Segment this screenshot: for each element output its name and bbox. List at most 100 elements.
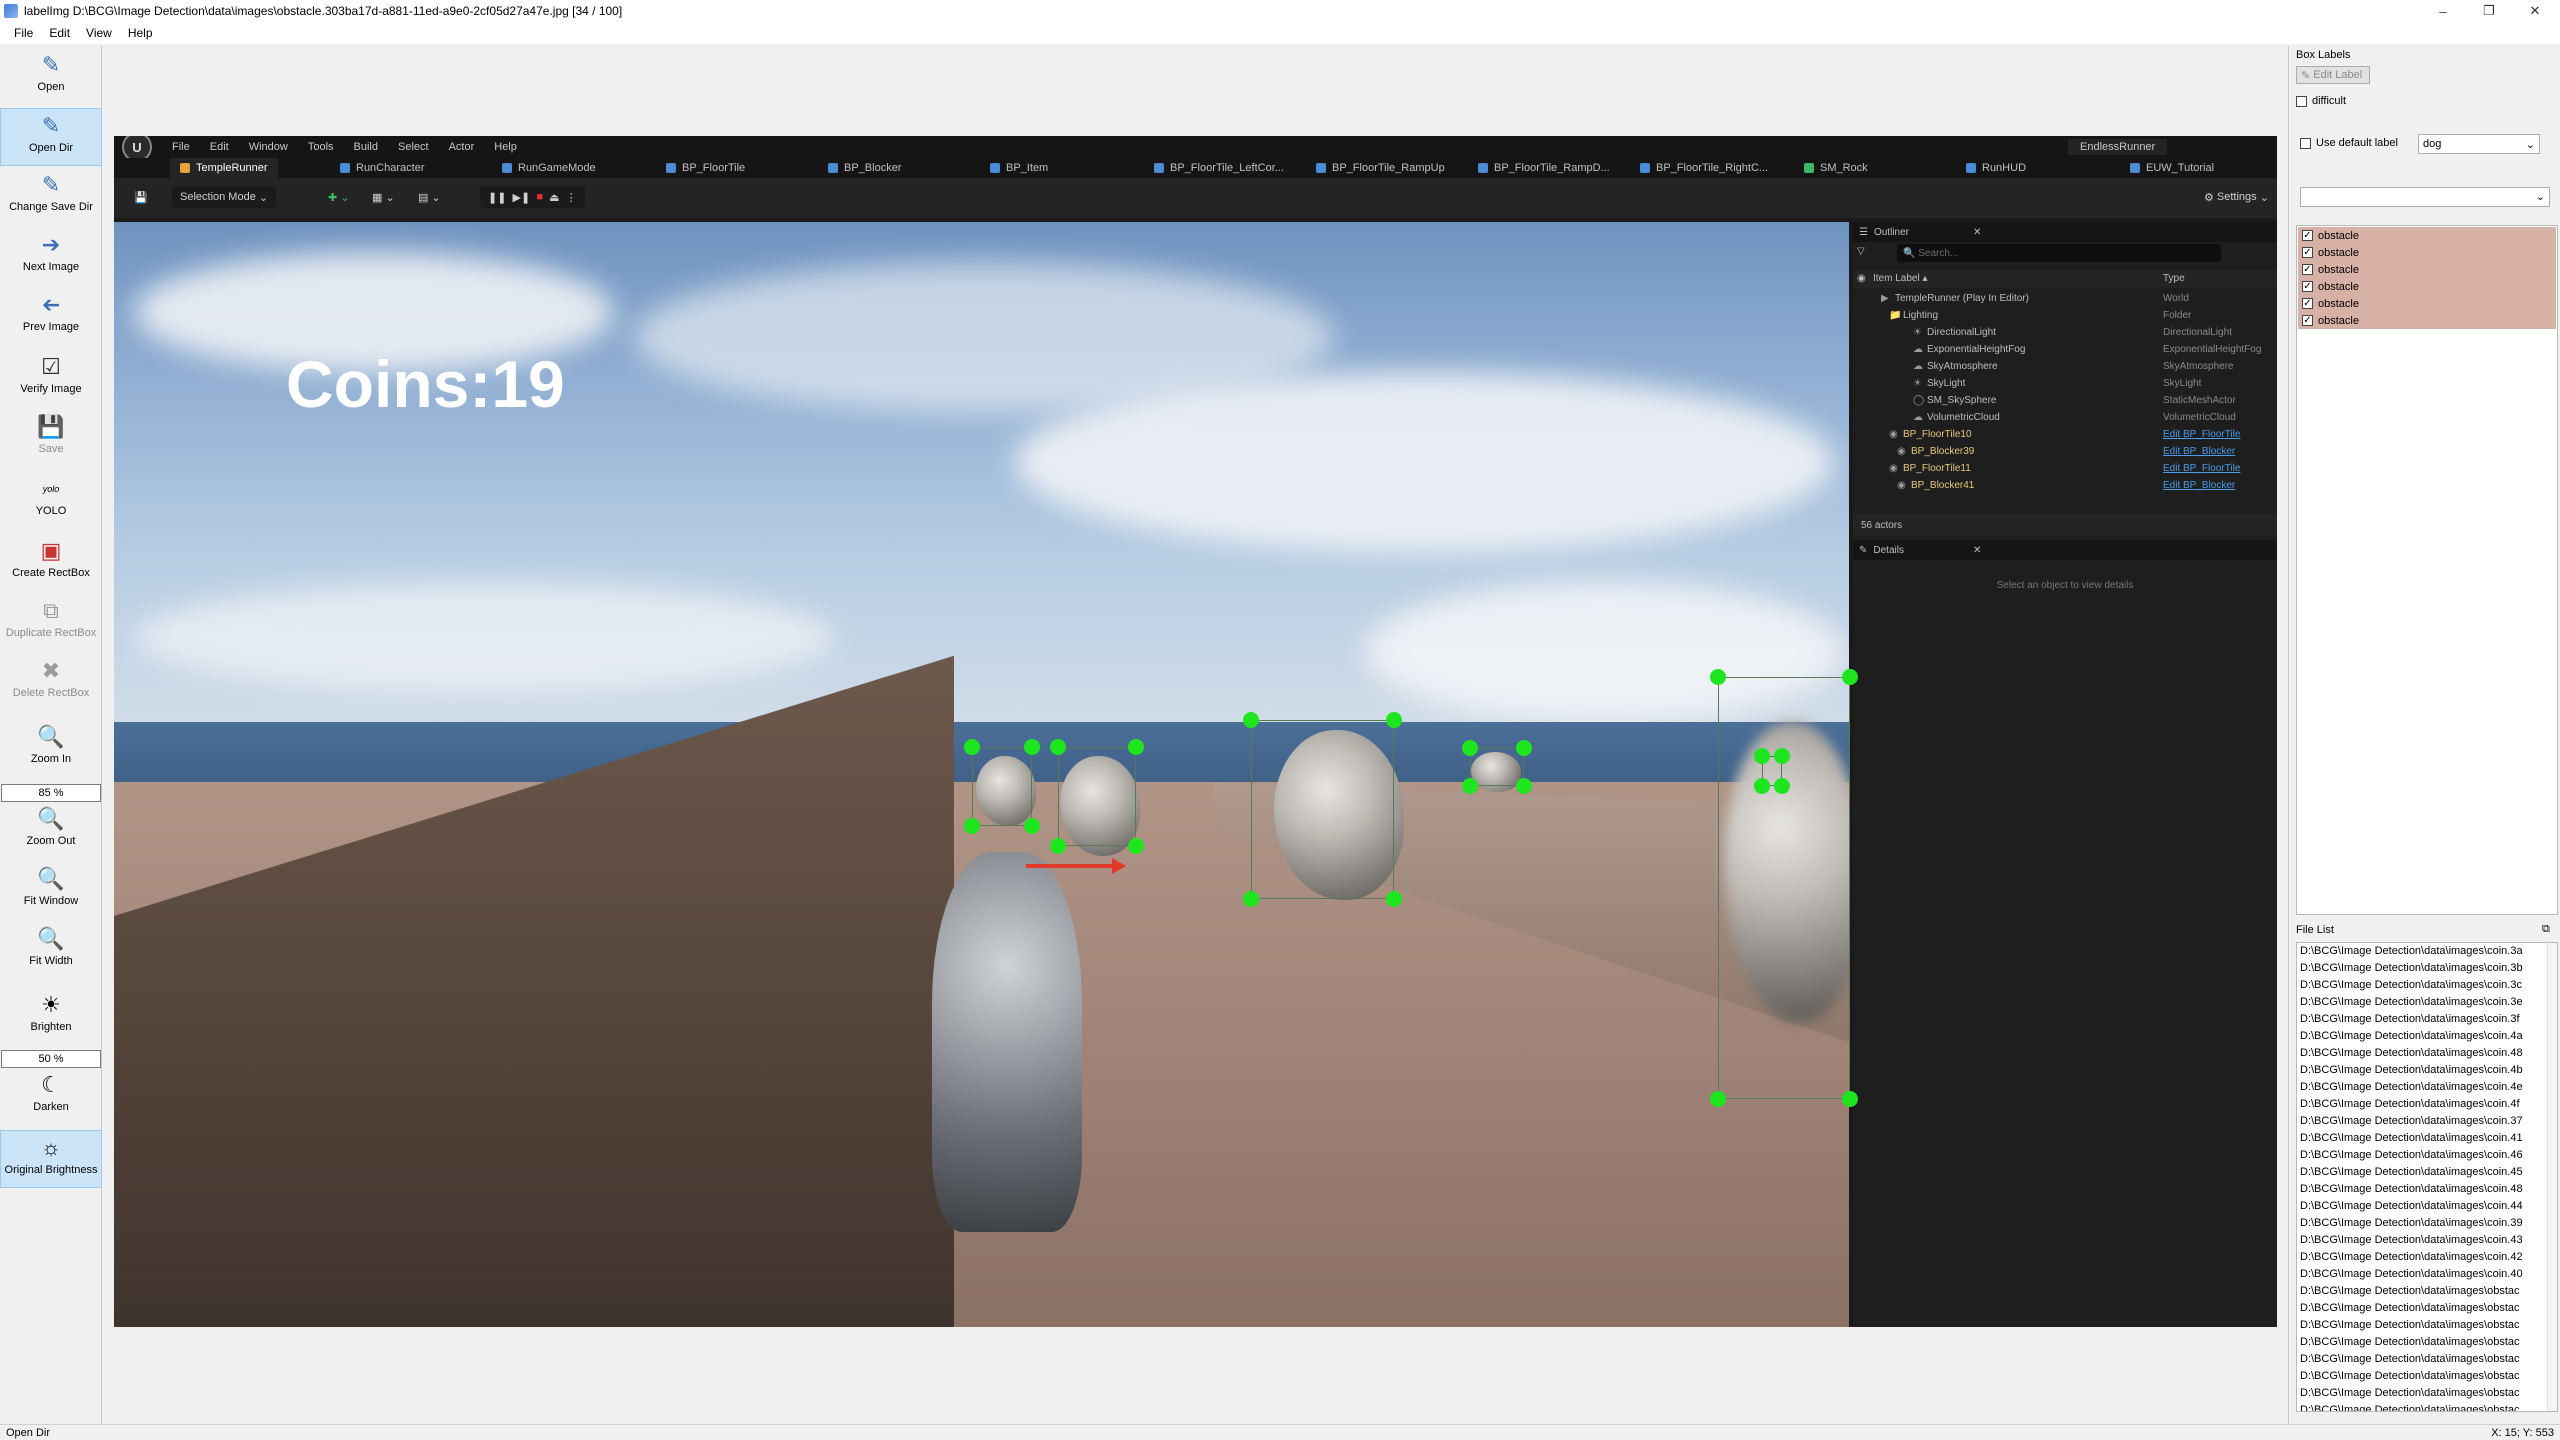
bbox-handle[interactable] xyxy=(1842,1091,1858,1107)
labelled-image[interactable]: U File Edit Window Tools Build Select Ac… xyxy=(114,136,2277,1327)
check-icon[interactable]: ✓ xyxy=(2302,315,2313,326)
file-list-item[interactable]: D:\BCG\Image Detection\data\images\coin.… xyxy=(2300,1200,2540,1217)
menu-file[interactable]: File xyxy=(6,26,41,40)
bbox-handle[interactable] xyxy=(1024,818,1040,834)
zoom-spinbox[interactable]: 85 % xyxy=(1,784,101,802)
file-list-item[interactable]: D:\BCG\Image Detection\data\images\coin.… xyxy=(2300,1251,2540,1268)
brighten-button[interactable]: ☀ Brighten xyxy=(0,992,102,1044)
original-brightness-button[interactable]: ☼ Original Brightness xyxy=(0,1130,102,1188)
file-list-item[interactable]: D:\BCG\Image Detection\data\images\obsta… xyxy=(2300,1336,2540,1353)
check-icon[interactable]: ✓ xyxy=(2302,264,2313,275)
bbox-handle[interactable] xyxy=(1462,778,1478,794)
bounding-box[interactable] xyxy=(1251,720,1394,899)
file-list-item[interactable]: D:\BCG\Image Detection\data\images\obsta… xyxy=(2300,1285,2540,1302)
file-list-item[interactable]: D:\BCG\Image Detection\data\images\coin.… xyxy=(2300,1268,2540,1285)
minimize-icon[interactable]: – xyxy=(2420,0,2466,22)
file-list-item[interactable]: D:\BCG\Image Detection\data\images\coin.… xyxy=(2300,1081,2540,1098)
bbox-handle[interactable] xyxy=(1462,740,1478,756)
label-list[interactable]: ✓ obstacle ✓ obstacle ✓ obstacle ✓ obstacle ✓ obs… xyxy=(2296,225,2558,915)
restore-icon[interactable]: ❐ xyxy=(2466,0,2512,22)
bbox-handle[interactable] xyxy=(1774,748,1790,764)
edit-label-button[interactable]: ✎ Edit Label xyxy=(2296,66,2370,84)
file-list-item[interactable]: D:\BCG\Image Detection\data\images\coin.… xyxy=(2300,1234,2540,1251)
save-button[interactable]: 💾 Save xyxy=(0,414,102,470)
menu-help[interactable]: Help xyxy=(120,26,161,40)
bbox-handle[interactable] xyxy=(964,739,980,755)
check-icon[interactable]: ✓ xyxy=(2302,298,2313,309)
bbox-handle[interactable] xyxy=(1516,740,1532,756)
file-list-item[interactable]: D:\BCG\Image Detection\data\images\coin.… xyxy=(2300,1132,2540,1149)
bbox-handle[interactable] xyxy=(1050,739,1066,755)
file-list-item[interactable]: D:\BCG\Image Detection\data\images\coin.… xyxy=(2300,1030,2540,1047)
file-list-item[interactable]: D:\BCG\Image Detection\data\images\coin.… xyxy=(2300,1115,2540,1132)
use-default-label-checkbox[interactable]: Use default label xyxy=(2300,137,2398,149)
bbox-handle[interactable] xyxy=(1243,712,1259,728)
fit-window-button[interactable]: 🔍 Fit Window xyxy=(0,866,102,922)
bbox-handle[interactable] xyxy=(964,818,980,834)
float-icon[interactable]: ⧉ xyxy=(2542,923,2550,936)
file-list-scrollbar[interactable] xyxy=(2547,943,2557,1411)
file-list-item[interactable]: D:\BCG\Image Detection\data\images\coin.… xyxy=(2300,1013,2540,1030)
bbox-handle[interactable] xyxy=(1386,891,1402,907)
file-list-item[interactable]: D:\BCG\Image Detection\data\images\coin.… xyxy=(2300,1098,2540,1115)
fit-width-button[interactable]: 🔍 Fit Width xyxy=(0,926,102,982)
file-list-item[interactable]: D:\BCG\Image Detection\data\images\obsta… xyxy=(2300,1387,2540,1404)
yolo-button[interactable]: yolo YOLO xyxy=(0,476,102,526)
file-list-item[interactable]: D:\BCG\Image Detection\data\images\obsta… xyxy=(2300,1404,2540,1411)
label-item[interactable]: ✓ obstacle xyxy=(2298,312,2556,329)
bbox-handle[interactable] xyxy=(1842,669,1858,685)
bounding-box[interactable] xyxy=(972,747,1032,826)
prev-image-button[interactable]: ➔ Prev Image xyxy=(0,292,102,348)
menu-edit[interactable]: Edit xyxy=(41,26,78,40)
bbox-handle[interactable] xyxy=(1128,739,1144,755)
bounding-box[interactable] xyxy=(1718,677,1850,1099)
file-list-item[interactable]: D:\BCG\Image Detection\data\images\obsta… xyxy=(2300,1319,2540,1336)
open-dir-button[interactable]: ✎ Open Dir xyxy=(0,108,102,166)
file-list-item[interactable]: D:\BCG\Image Detection\data\images\coin.… xyxy=(2300,1064,2540,1081)
close-icon[interactable]: ✕ xyxy=(2512,0,2558,22)
file-list-item[interactable]: D:\BCG\Image Detection\data\images\coin.… xyxy=(2300,1183,2540,1200)
default-label-input[interactable]: dog ⌄ xyxy=(2418,134,2540,154)
bbox-handle[interactable] xyxy=(1516,778,1532,794)
check-icon[interactable]: ✓ xyxy=(2302,281,2313,292)
file-list-item[interactable]: D:\BCG\Image Detection\data\images\coin.… xyxy=(2300,1217,2540,1234)
bounding-box[interactable] xyxy=(1058,747,1136,846)
bbox-handle[interactable] xyxy=(1128,838,1144,854)
open-button[interactable]: ✎ Open xyxy=(0,52,102,108)
bbox-handle[interactable] xyxy=(1386,712,1402,728)
file-list-item[interactable]: D:\BCG\Image Detection\data\images\coin.… xyxy=(2300,1166,2540,1183)
menu-view[interactable]: View xyxy=(78,26,120,40)
file-list-item[interactable]: D:\BCG\Image Detection\data\images\coin.… xyxy=(2300,996,2540,1013)
file-list[interactable]: D:\BCG\Image Detection\data\images\coin.… xyxy=(2296,942,2558,1412)
bbox-handle[interactable] xyxy=(1754,778,1770,794)
label-item[interactable]: ✓ obstacle xyxy=(2298,295,2556,312)
file-list-item[interactable]: D:\BCG\Image Detection\data\images\coin.… xyxy=(2300,979,2540,996)
next-image-button[interactable]: ➔ Next Image xyxy=(0,232,102,288)
file-list-item[interactable]: D:\BCG\Image Detection\data\images\coin.… xyxy=(2300,945,2540,962)
label-item[interactable]: ✓ obstacle xyxy=(2298,278,2556,295)
bounding-box[interactable] xyxy=(1470,748,1524,786)
zoom-in-button[interactable]: 🔍 Zoom In xyxy=(0,724,102,780)
change-save-dir-button[interactable]: ✎ Change Save Dir xyxy=(0,172,102,228)
file-list-item[interactable]: D:\BCG\Image Detection\data\images\coin.… xyxy=(2300,1047,2540,1064)
file-list-item[interactable]: D:\BCG\Image Detection\data\images\obsta… xyxy=(2300,1370,2540,1387)
label-item[interactable]: ✓ obstacle xyxy=(2298,227,2556,244)
bbox-handle[interactable] xyxy=(1710,669,1726,685)
file-list-item[interactable]: D:\BCG\Image Detection\data\images\obsta… xyxy=(2300,1353,2540,1370)
darken-button[interactable]: ☾ Darken xyxy=(0,1072,102,1124)
label-item[interactable]: ✓ obstacle xyxy=(2298,261,2556,278)
file-list-item[interactable]: D:\BCG\Image Detection\data\images\coin.… xyxy=(2300,1149,2540,1166)
delete-rectbox-button[interactable]: ✖ Delete RectBox xyxy=(0,658,102,714)
bbox-handle[interactable] xyxy=(1754,748,1770,764)
file-list-item[interactable]: D:\BCG\Image Detection\data\images\obsta… xyxy=(2300,1302,2540,1319)
bbox-handle[interactable] xyxy=(1050,838,1066,854)
bbox-handle[interactable] xyxy=(1024,739,1040,755)
bbox-handle[interactable] xyxy=(1710,1091,1726,1107)
bbox-handle[interactable] xyxy=(1774,778,1790,794)
check-icon[interactable]: ✓ xyxy=(2302,247,2313,258)
verify-image-button[interactable]: ☑ Verify Image xyxy=(0,354,102,410)
duplicate-rectbox-button[interactable]: ⧉ Duplicate RectBox xyxy=(0,598,102,654)
zoom-out-button[interactable]: 🔍 Zoom Out xyxy=(0,806,102,862)
brightness-spinbox[interactable]: 50 % xyxy=(1,1050,101,1068)
difficult-checkbox[interactable]: difficult xyxy=(2296,95,2346,107)
